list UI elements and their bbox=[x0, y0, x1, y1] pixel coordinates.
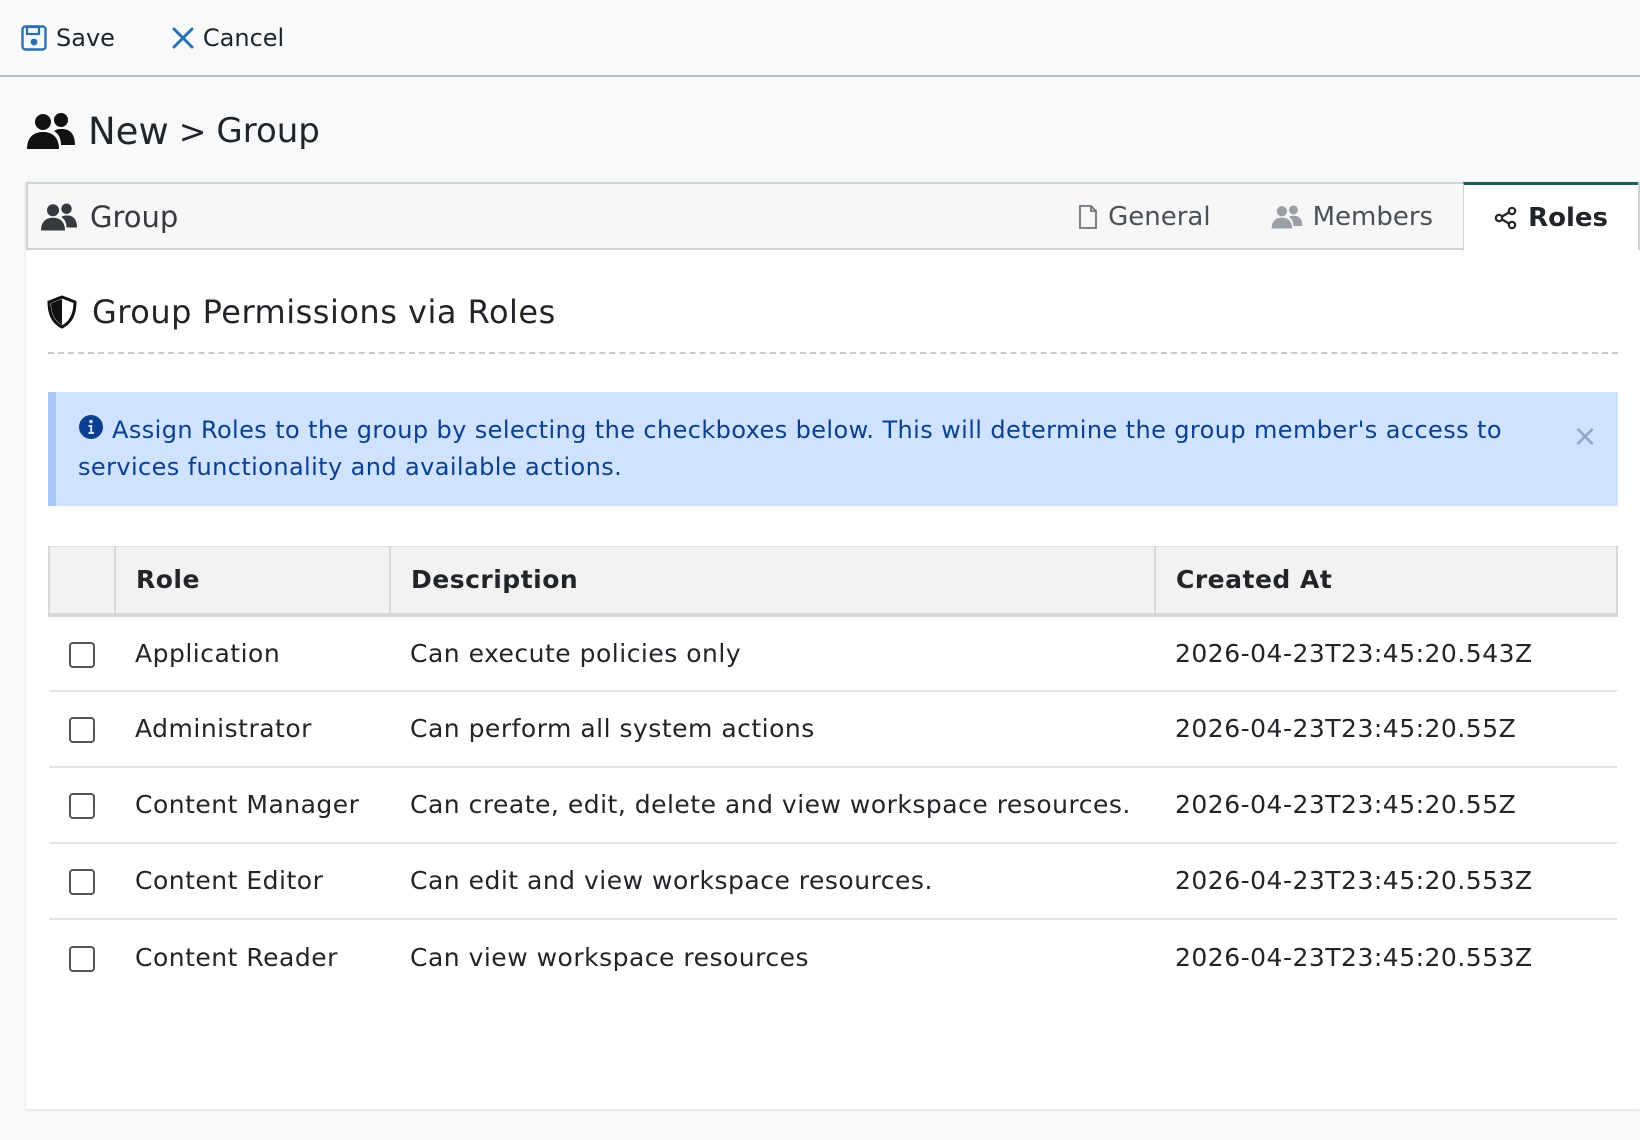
tab-roles-label: Roles bbox=[1528, 203, 1608, 233]
role-column-header[interactable]: Role bbox=[114, 546, 390, 617]
tab-general[interactable]: General bbox=[1048, 184, 1240, 250]
tab-members-label: Members bbox=[1312, 202, 1434, 232]
cancel-label: Cancel bbox=[202, 23, 285, 52]
table-row[interactable]: Administrator Can perform all system act… bbox=[49, 690, 1617, 768]
table-row[interactable]: Content Editor Can edit and view workspa… bbox=[49, 842, 1617, 920]
table-row[interactable]: Content Manager Can create, edit, delete… bbox=[49, 766, 1617, 844]
shield-icon bbox=[46, 295, 78, 329]
tab-members[interactable]: Members bbox=[1241, 184, 1464, 250]
select-column-header bbox=[48, 546, 115, 617]
role-description: Can perform all system actions bbox=[390, 690, 1155, 768]
role-name: Content Editor bbox=[115, 842, 390, 920]
info-alert: Assign Roles to the group by selecting t… bbox=[48, 392, 1618, 506]
card-header-title: Group bbox=[40, 184, 178, 250]
role-name: Content Reader bbox=[135, 942, 338, 972]
file-icon bbox=[1078, 204, 1098, 230]
created-at-column-header[interactable]: Created At bbox=[1154, 546, 1618, 617]
tab-bar: General Members Roles bbox=[1048, 182, 1638, 252]
role-checkbox[interactable] bbox=[69, 945, 95, 972]
save-label: Save bbox=[56, 23, 115, 52]
users-icon bbox=[1271, 204, 1303, 230]
tab-general-label: General bbox=[1108, 202, 1211, 232]
breadcrumb-group: Group bbox=[216, 111, 320, 151]
section-title-text: Group Permissions via Roles bbox=[92, 293, 556, 331]
breadcrumb-separator: > bbox=[178, 111, 207, 151]
users-icon bbox=[40, 202, 78, 232]
group-card: Group General Members Roles Group Permis… bbox=[26, 182, 1640, 1109]
section-title: Group Permissions via Roles bbox=[46, 290, 556, 334]
role-created-at: 2026-04-23T23:45:20.543Z bbox=[1155, 614, 1617, 692]
description-column-header[interactable]: Description bbox=[389, 546, 1155, 617]
role-created-at: 2026-04-23T23:45:20.55Z bbox=[1155, 690, 1617, 768]
share-nodes-icon bbox=[1494, 206, 1518, 230]
breadcrumb: New > Group bbox=[26, 108, 320, 154]
role-created-at: 2026-04-23T23:45:20.553Z bbox=[1155, 842, 1617, 920]
role-checkbox[interactable] bbox=[69, 793, 95, 819]
users-icon bbox=[26, 111, 76, 151]
info-circle-icon bbox=[78, 414, 104, 440]
alert-text: Assign Roles to the group by selecting t… bbox=[78, 416, 1502, 481]
tab-roles[interactable]: Roles bbox=[1463, 182, 1638, 251]
role-checkbox[interactable] bbox=[69, 641, 95, 668]
role-name: Content Manager bbox=[115, 766, 390, 844]
table-row[interactable]: Content Reader Can view workspace resour… bbox=[49, 919, 1617, 995]
floppy-disk-icon bbox=[20, 24, 48, 52]
role-created-at: 2026-04-23T23:45:20.553Z bbox=[1175, 942, 1533, 972]
breadcrumb-new: New bbox=[88, 109, 169, 153]
cancel-button[interactable]: Cancel bbox=[171, 24, 284, 52]
section-divider bbox=[48, 352, 1618, 354]
roles-table: Role Description Created At Application … bbox=[48, 546, 1618, 995]
close-icon bbox=[171, 26, 195, 50]
role-description: Can execute policies only bbox=[390, 614, 1155, 692]
table-header-row: Role Description Created At bbox=[48, 546, 1618, 617]
role-name: Application bbox=[115, 614, 390, 692]
role-checkbox[interactable] bbox=[69, 717, 95, 743]
card-header-label: Group bbox=[90, 200, 179, 234]
role-created-at: 2026-04-23T23:45:20.55Z bbox=[1155, 766, 1617, 844]
role-description: Can view workspace resources bbox=[410, 942, 810, 972]
role-description: Can edit and view workspace resources. bbox=[390, 842, 1155, 920]
toolbar: Save Cancel bbox=[0, 0, 1640, 77]
alert-close-button[interactable]: × bbox=[1572, 422, 1598, 452]
role-description: Can create, edit, delete and view worksp… bbox=[390, 766, 1155, 844]
role-checkbox[interactable] bbox=[69, 869, 95, 895]
role-name: Administrator bbox=[115, 690, 390, 768]
save-button[interactable]: Save bbox=[20, 24, 115, 52]
card-header: Group General Members Roles bbox=[26, 182, 1640, 252]
table-row[interactable]: Application Can execute policies only 20… bbox=[49, 614, 1617, 692]
